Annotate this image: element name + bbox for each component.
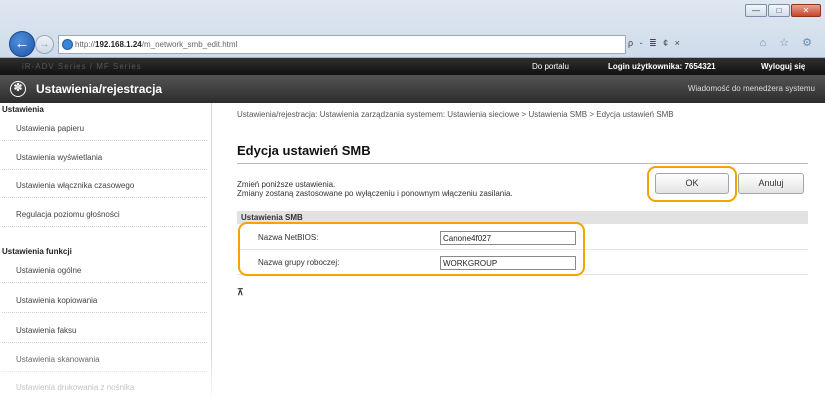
instructions: Zmień poniższe ustawienia. Zmiany zostan…: [237, 180, 513, 198]
back-button[interactable]: ←: [9, 31, 35, 57]
title-divider: [237, 163, 808, 164]
sidebar-section-settings: Ustawienia: [2, 105, 44, 114]
ok-button[interactable]: OK: [655, 173, 729, 194]
minimize-button[interactable]: —: [745, 4, 767, 17]
sidebar-item-paper[interactable]: Ustawienia papieru: [2, 116, 207, 141]
page-header: ✽ Ustawienia/rejestracja Wiadomość do me…: [0, 75, 825, 103]
settings-icon: ✽: [10, 81, 26, 97]
sidebar-item-volume[interactable]: Regulacja poziomu głośności: [2, 202, 207, 227]
admin-message-link[interactable]: Wiadomość do menedżera systemu: [688, 84, 815, 93]
product-name: iR-ADV Series / MF Series: [22, 62, 142, 71]
logout-link[interactable]: Wyloguj się: [761, 62, 805, 71]
sidebar-item-copy[interactable]: Ustawienia kopiowania: [2, 288, 207, 313]
sidebar-item-timer[interactable]: Ustawienia włącznika czasowego: [2, 173, 207, 198]
sidebar-item-general[interactable]: Ustawienia ogólne: [2, 258, 207, 283]
sidebar: Ustawienia Ustawienia papieru Ustawienia…: [0, 103, 212, 398]
cancel-button[interactable]: Anuluj: [738, 173, 804, 194]
portal-link[interactable]: Do portalu: [532, 62, 569, 71]
url-prefix: http://: [75, 40, 96, 49]
sidebar-item-fax[interactable]: Ustawienia faksu: [2, 318, 207, 343]
address-bar[interactable]: http://192.168.1.24/m_network_smb_edit.h…: [58, 35, 626, 54]
scroll-to-top-icon[interactable]: ⊼: [237, 287, 244, 298]
browser-icon: [62, 39, 73, 50]
url-path: /m_network_smb_edit.html: [141, 40, 238, 49]
page-title: Edycja ustawień SMB: [237, 143, 371, 158]
address-tools[interactable]: ρ - ≣ ¢ ×: [628, 38, 682, 49]
favorites-tools-icons[interactable]: ⌂ ☆ ⚙: [760, 36, 817, 49]
instruction-line-2: Zmiany zostaną zastosowane po wyłączeniu…: [237, 189, 513, 198]
maximize-button[interactable]: □: [768, 4, 790, 17]
instruction-line-1: Zmień poniższe ustawienia.: [237, 180, 336, 189]
sidebar-item-scan[interactable]: Ustawienia skanowania: [2, 347, 207, 372]
forward-button[interactable]: →: [35, 35, 54, 54]
browser-toolbar: — □ ✕ ← → http://192.168.1.24/m_network_…: [0, 0, 825, 58]
sidebar-item-media-print[interactable]: Ustawienia drukowania z nośnika: [2, 375, 207, 398]
page-heading: Ustawienia/rejestracja: [36, 82, 163, 96]
url-host: 192.168.1.24: [95, 40, 142, 49]
sidebar-item-display[interactable]: Ustawienia wyświetlania: [2, 145, 207, 170]
window-controls: — □ ✕: [745, 4, 821, 17]
breadcrumb: Ustawienia/rejestracja: Ustawienia zarzą…: [237, 110, 674, 119]
sidebar-section-functions: Ustawienia funkcji: [2, 247, 72, 256]
top-strip: iR-ADV Series / MF Series Do portalu Log…: [0, 58, 825, 75]
login-user-label: Login użytkownika: 7654321: [608, 62, 716, 71]
fields-highlight: [238, 222, 585, 276]
close-window-button[interactable]: ✕: [791, 4, 821, 17]
